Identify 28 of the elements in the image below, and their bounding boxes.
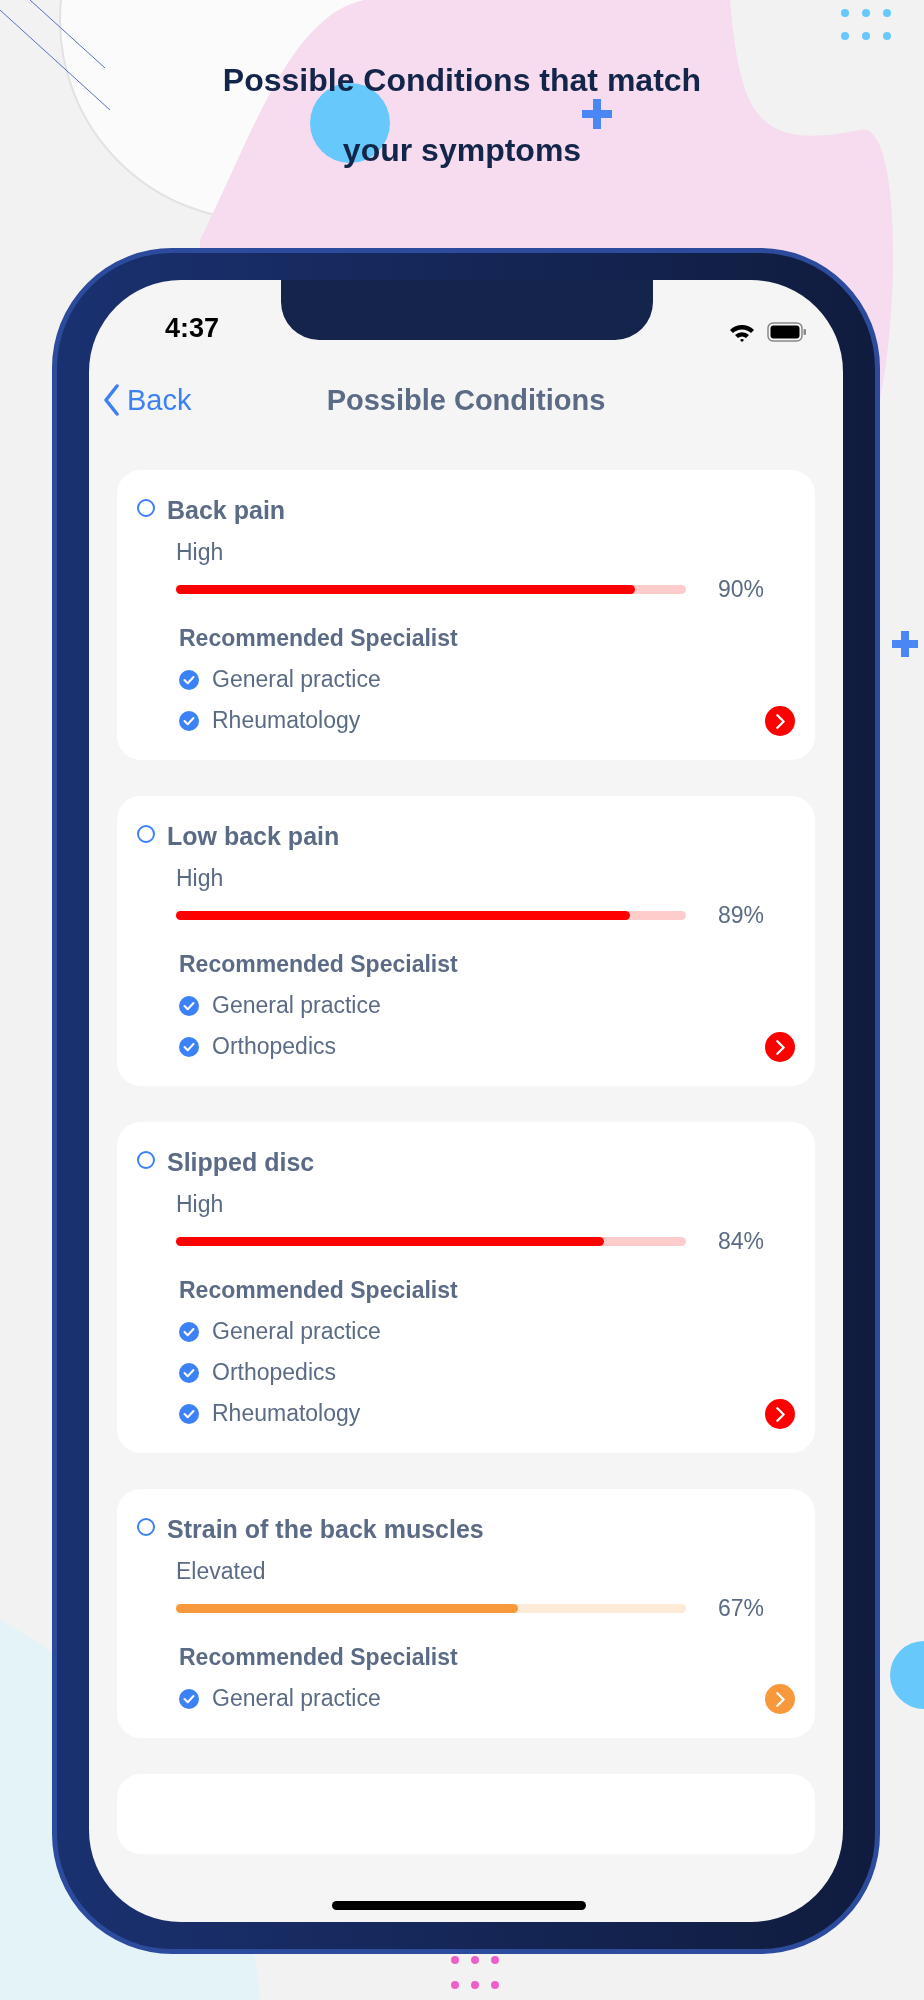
specialist-name: Orthopedics bbox=[212, 1033, 336, 1060]
specialist-name: Orthopedics bbox=[212, 1359, 336, 1386]
specialist-name: Rheumatology bbox=[212, 707, 361, 734]
specialist-name: General practice bbox=[212, 1685, 381, 1712]
specialist-heading: Recommended Specialist bbox=[179, 1277, 459, 1304]
specialist-name: General practice bbox=[212, 992, 381, 1019]
headline: Possible Conditions that match bbox=[222, 61, 702, 100]
match-percent: 67% bbox=[718, 1595, 765, 1622]
match-percent: 90% bbox=[718, 576, 765, 603]
severity-label: High bbox=[176, 539, 225, 566]
screen-title: Possible Conditions bbox=[325, 383, 607, 417]
severity-label: High bbox=[176, 865, 225, 892]
match-percent: 89% bbox=[718, 902, 765, 929]
back-button[interactable]: Back bbox=[103, 383, 192, 417]
condition-name: Low back pain bbox=[167, 822, 340, 851]
match-percent: 84% bbox=[718, 1228, 765, 1255]
specialist-heading: Recommended Specialist bbox=[179, 951, 459, 978]
condition-name: Back pain bbox=[167, 496, 286, 525]
specialist-name: General practice bbox=[212, 666, 381, 693]
specialist-name: Rheumatology bbox=[212, 1400, 361, 1427]
severity-label: High bbox=[176, 1191, 225, 1218]
specialist-heading: Recommended Specialist bbox=[179, 625, 459, 652]
specialist-name: General practice bbox=[212, 1318, 381, 1345]
specialist-heading: Recommended Specialist bbox=[179, 1644, 459, 1671]
condition-name: Slipped disc bbox=[167, 1148, 315, 1177]
condition-name: Strain of the back muscles bbox=[167, 1515, 484, 1544]
status-time: 4:37 bbox=[165, 313, 220, 345]
severity-label: Elevated bbox=[176, 1558, 267, 1585]
